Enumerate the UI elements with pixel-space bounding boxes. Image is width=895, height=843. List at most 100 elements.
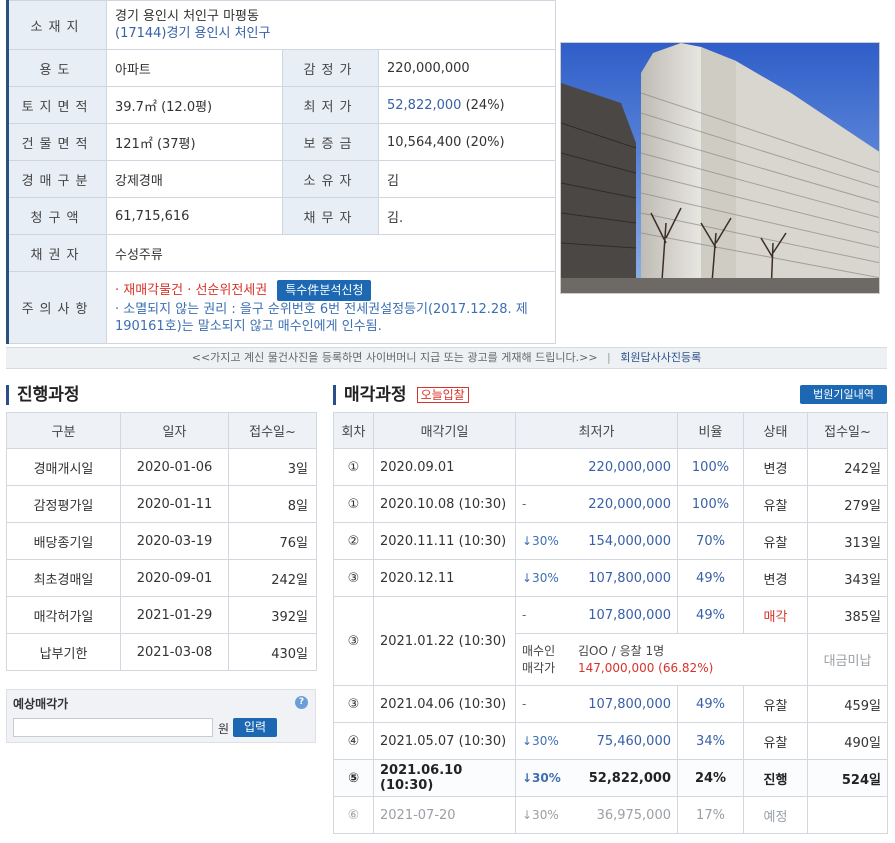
progress-cell-date: 2020-03-19 xyxy=(120,522,229,560)
use-label: 용도 xyxy=(6,49,107,87)
auction-cell-days: 385일 xyxy=(807,596,888,634)
auction-cell-ratio: 49% xyxy=(677,596,744,634)
auction-cell-status: 매각 xyxy=(743,596,808,634)
location-label: 소재지 xyxy=(6,0,107,50)
creditor-label: 채권자 xyxy=(6,234,107,272)
auction-header-date: 매각기일 xyxy=(373,412,516,449)
progress-section-title: 진행과정 xyxy=(6,385,80,405)
table-row: 배당종기일 2020-03-19 76일 xyxy=(6,522,317,560)
payment-note: 대금미납 xyxy=(807,633,888,686)
auction-header-days: 접수일~ xyxy=(807,412,888,449)
auction-price: 107,800,000 xyxy=(588,696,671,712)
progress-header-days: 접수일~ xyxy=(228,412,317,449)
location-value: 경기 용인시 처인구 마평동 (17144)경기 용인시 처인구 xyxy=(106,0,556,50)
auction-cut: ↓30% xyxy=(522,807,559,822)
auction-cell-round: ② xyxy=(333,522,374,560)
auction-cell-date: 2021.04.06 (10:30) xyxy=(373,685,516,723)
special-analysis-button[interactable]: 특수件분석신청 xyxy=(277,280,372,301)
auction-price: 107,800,000 xyxy=(588,570,671,586)
table-row: 최초경매일 2020-09-01 242일 xyxy=(6,559,317,597)
creditor-value: 수성주류 xyxy=(106,234,556,272)
estimate-title: 예상매각가 xyxy=(13,697,69,711)
estimate-submit-button[interactable]: 입력 xyxy=(233,718,277,737)
auction-section-title: 매각과정 오늘입찰 xyxy=(333,385,469,405)
property-photo[interactable] xyxy=(560,42,880,294)
auction-table: 회차 매각기일 최저가 비율 상태 접수일~ ① 2020.09.01 220,… xyxy=(333,412,888,834)
auction-cell-round: ③ xyxy=(333,685,374,723)
min-price-label: 최저가 xyxy=(282,86,379,124)
table-row: 매각허가일 2021-01-29 392일 xyxy=(6,596,317,634)
register-photo-link[interactable]: 회원답사사진등록 xyxy=(620,351,701,364)
auction-cell-ratio: 49% xyxy=(677,559,744,597)
auction-cell-status: 변경 xyxy=(743,448,808,486)
progress-cell-date: 2020-01-11 xyxy=(120,485,229,523)
auction-cell-price: 220,000,000 xyxy=(515,448,678,486)
court-schedule-button[interactable]: 법원기일내역 xyxy=(800,385,887,404)
caution-value: · 재매각물건 · 선순위전세권 특수件분석신청 · 소멸되지 않는 권리 : 을… xyxy=(106,271,556,344)
auction-cell-status: 변경 xyxy=(743,559,808,597)
property-info-table: 소재지 경기 용인시 처인구 마평동 (17144)경기 용인시 처인구 용도 … xyxy=(6,0,556,344)
auction-cell-price: ↓30% 52,822,000 xyxy=(515,759,678,797)
building-area-label: 건물면적 xyxy=(6,123,107,161)
help-icon[interactable]: ? xyxy=(295,696,308,709)
auction-cell-round: ③ xyxy=(333,596,374,686)
auction-cell-ratio: 100% xyxy=(677,448,744,486)
table-row: ③ 2021.04.06 (10:30) - 107,800,000 49% 유찰… xyxy=(333,685,888,723)
land-area-value: 39.7㎡ (12.0평) xyxy=(106,86,283,124)
appraisal-label: 감정가 xyxy=(282,49,379,87)
sale-price-value: 147,000,000 (66.82%) xyxy=(578,660,714,675)
progress-cell-days: 392일 xyxy=(228,596,317,634)
progress-cell-days: 3일 xyxy=(228,448,317,486)
deposit-value: 10,564,400 (20%) xyxy=(378,123,556,161)
auction-cell-status: 예정 xyxy=(743,796,808,834)
auction-cell-price: - 107,800,000 xyxy=(515,685,678,723)
min-price-percent: (24%) xyxy=(465,97,505,113)
progress-cell-type: 납부기한 xyxy=(6,633,121,671)
progress-header-type: 구분 xyxy=(6,412,121,449)
auction-cell-ratio: 100% xyxy=(677,485,744,523)
auction-cell-days xyxy=(807,796,888,834)
auction-cut: ↓30% xyxy=(522,770,561,785)
auction-price: 220,000,000 xyxy=(588,459,671,475)
buyer-box: 매수인 김OO / 응찰 1명 매각가 147,000,000 (66.82%) xyxy=(522,643,801,677)
address-line2[interactable]: (17144)경기 용인시 처인구 xyxy=(115,25,547,42)
land-area-label: 토지면적 xyxy=(6,86,107,124)
auction-cut: ↓30% xyxy=(522,570,559,585)
auction-header-status: 상태 xyxy=(743,412,808,449)
caution-tags: · 재매각물건 · 선순위전세권 xyxy=(115,283,268,298)
progress-cell-type: 경매개시일 xyxy=(6,448,121,486)
auction-cell-status: 유찰 xyxy=(743,685,808,723)
progress-cell-type: 매각허가일 xyxy=(6,596,121,634)
auction-cell-round: ① xyxy=(333,485,374,523)
auction-price: 36,975,000 xyxy=(596,807,671,823)
estimated-price-box: 예상매각가 ? 원 입력 xyxy=(6,689,316,743)
auction-cut: ↓30% xyxy=(522,533,559,548)
auction-cell-date: 2021-07-20 xyxy=(373,796,516,834)
caution-label: 주의사항 xyxy=(6,271,107,344)
auction-cell-price: ↓30% 75,460,000 xyxy=(515,722,678,760)
auction-cell-ratio: 17% xyxy=(677,796,744,834)
auction-cell-price: - 107,800,000 xyxy=(515,596,678,634)
auction-cell-days: 313일 xyxy=(807,522,888,560)
owner-value: 김 xyxy=(378,160,556,198)
auction-cell-days: 242일 xyxy=(807,448,888,486)
auction-price: 107,800,000 xyxy=(588,607,671,623)
auction-cell-ratio: 70% xyxy=(677,522,744,560)
auction-header-row: 회차 매각기일 최저가 비율 상태 접수일~ xyxy=(333,412,888,449)
auction-cell-price: ↓30% 107,800,000 xyxy=(515,559,678,597)
auction-cut: - xyxy=(522,607,527,622)
table-row: ④ 2021.05.07 (10:30) ↓30% 75,460,000 34% … xyxy=(333,722,888,760)
auction-cut: - xyxy=(522,496,527,511)
auction-cell-ratio: 49% xyxy=(677,685,744,723)
photo-notice-bar: <<가지고 계신 물건사진을 등록하면 사이버머니 지급 또는 광고를 게재해 … xyxy=(6,347,887,369)
auction-price: 75,460,000 xyxy=(596,733,671,749)
table-row: ③ 2020.12.11 ↓30% 107,800,000 49% 변경 343일 xyxy=(333,559,888,597)
buyer-info-cell: 매수인 김OO / 응찰 1명 매각가 147,000,000 (66.82%) xyxy=(515,633,808,686)
address-line1: 경기 용인시 처인구 마평동 xyxy=(115,9,259,24)
auction-cell-price: ↓30% 36,975,000 xyxy=(515,796,678,834)
auction-cut: - xyxy=(522,696,527,711)
progress-cell-date: 2021-01-29 xyxy=(120,596,229,634)
auction-cut: ↓30% xyxy=(522,733,559,748)
caution-line2: · 소멸되지 않는 권리 : 을구 순위번호 6번 전세권설정등기(2017.1… xyxy=(115,302,528,334)
estimate-input[interactable] xyxy=(13,718,213,737)
